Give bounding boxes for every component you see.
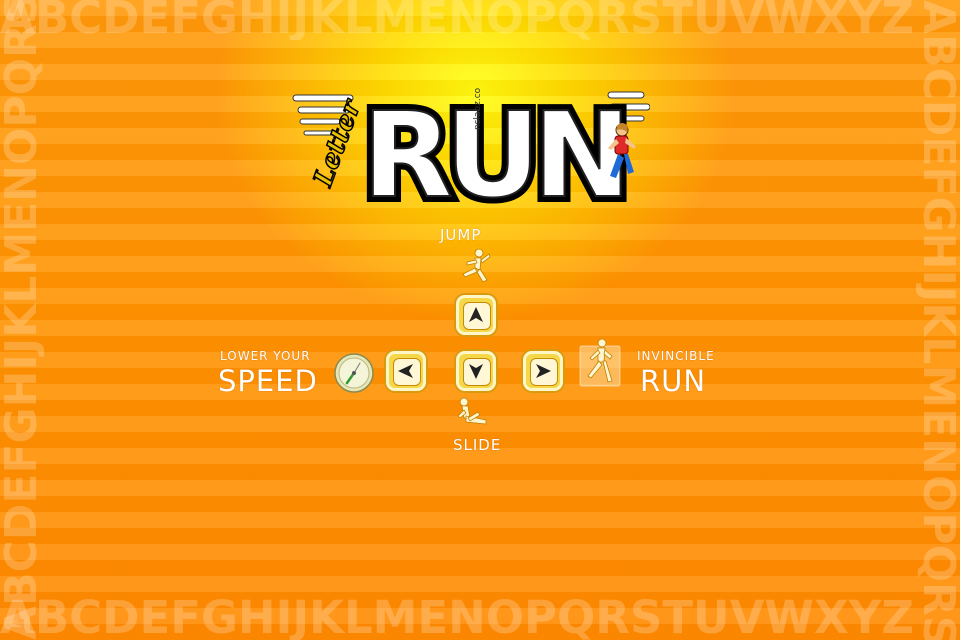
left-arrow-key[interactable] (386, 351, 426, 391)
speedometer-icon[interactable] (333, 352, 375, 394)
speed-label: SPEED (218, 364, 318, 398)
alphabet-border-right: ABCDEFGHIJKLMENOPQRSTUVWXYZ (916, 0, 960, 640)
alphabet-border-top: ABCDEFGHIJKLMENOPQRSTUVWXYZ (0, 0, 914, 40)
logo-run-letters: RUN RUN (356, 88, 637, 208)
lower-your-label: LOWER YOUR (220, 349, 311, 363)
arrow-right-icon (536, 364, 551, 378)
alphabet-border-bottom: ABCDEFGHIJKLMENOPQRSTUVWXYZ (0, 596, 914, 640)
down-arrow-key[interactable] (456, 351, 496, 391)
arrow-left-icon (398, 364, 413, 378)
sliding-runner-icon (457, 397, 487, 425)
arrow-up-icon (469, 307, 483, 322)
alphabet-border-left: ABCDEFGHIJKLMENOPQRSTUVWXYZ (0, 0, 44, 640)
logo-credit: nslabz.com (473, 88, 483, 130)
invincible-runner-icon[interactable] (578, 338, 622, 390)
invincible-label: INVINCIBLE (637, 349, 715, 363)
jump-label: JUMP (440, 226, 482, 244)
run-label: RUN (640, 364, 707, 398)
logo-main-word: RUN (362, 88, 623, 208)
arrow-down-icon (469, 364, 483, 379)
jumping-runner-icon (462, 248, 491, 283)
right-arrow-key[interactable] (523, 351, 563, 391)
slide-label: SLIDE (453, 436, 502, 454)
up-arrow-key[interactable] (456, 295, 496, 335)
game-logo: RUN RUN Letter nslabz.com (292, 88, 650, 208)
